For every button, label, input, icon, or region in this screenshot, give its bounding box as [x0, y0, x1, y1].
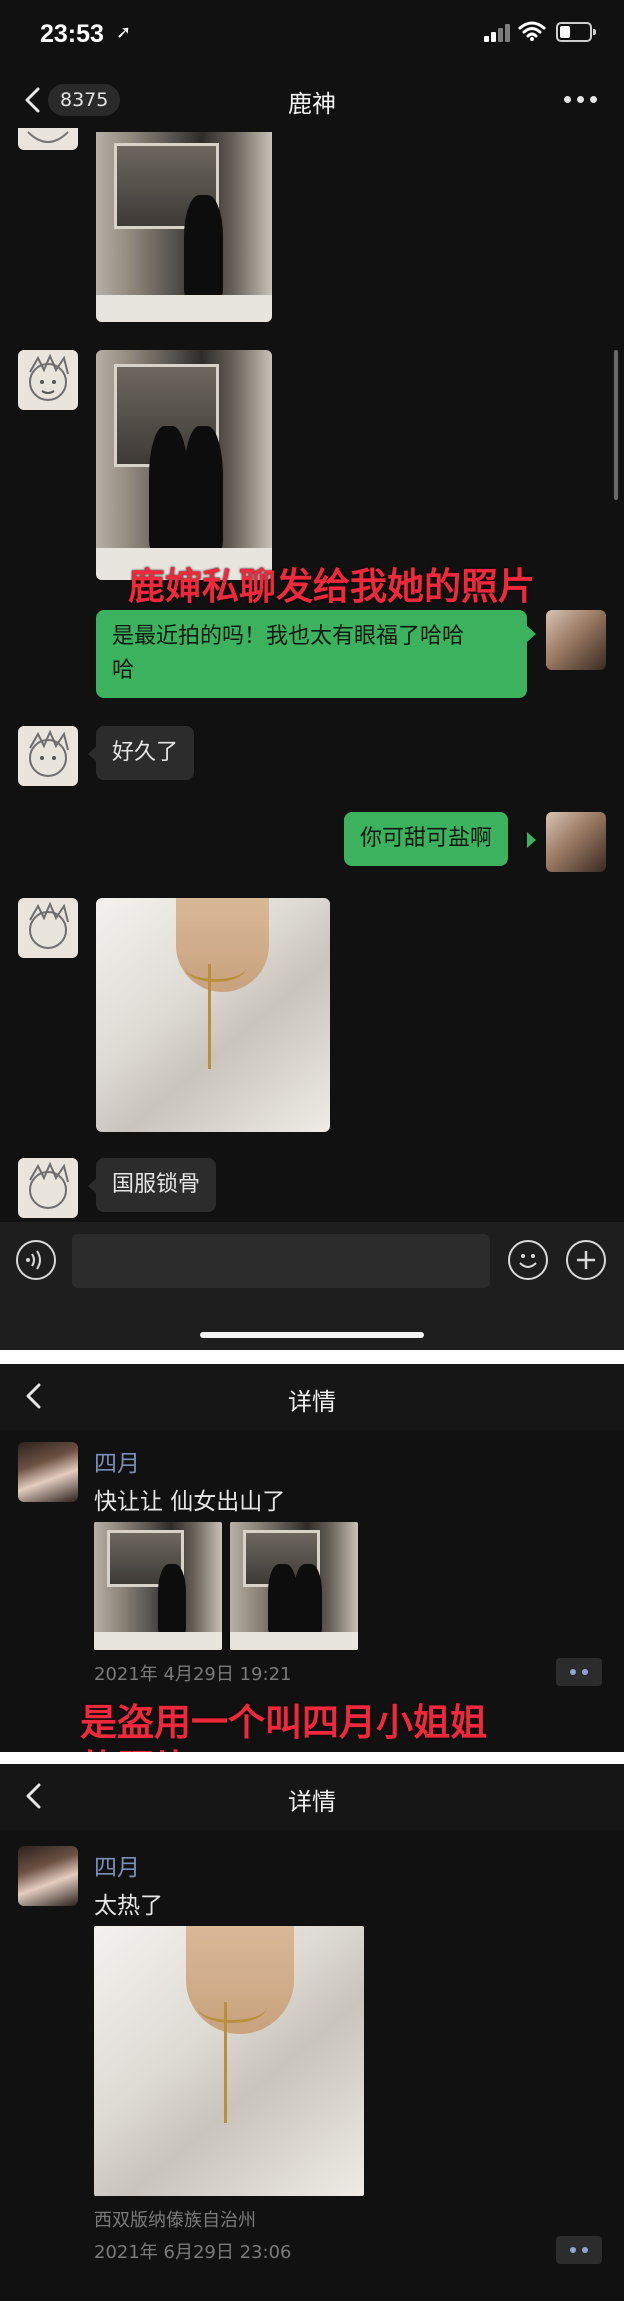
moment-photo[interactable] [230, 1522, 358, 1650]
battery-icon [556, 22, 596, 42]
detail-title: 详情 [288, 1788, 336, 1816]
moment-text: 快让让 仙女出山了 [94, 1489, 286, 1515]
contact-avatar[interactable] [18, 726, 78, 786]
scrollbar[interactable] [614, 350, 618, 500]
voice-input-icon[interactable] [16, 1240, 56, 1280]
detail-navbar: 详情 [0, 1364, 624, 1430]
author-avatar[interactable] [18, 1846, 78, 1906]
moment-detail-screen: 详情 四月 快让让 仙女出山了 2021年 4月29日 19:21 是盗用一个叫… [0, 1364, 624, 1752]
more-options-icon[interactable] [564, 96, 598, 104]
chat-navbar: 8375 鹿神 [0, 66, 624, 134]
message-photo[interactable] [96, 132, 272, 322]
my-avatar[interactable] [546, 610, 606, 670]
moment-photo[interactable] [94, 1926, 364, 2196]
moment-photo[interactable] [94, 1522, 222, 1650]
status-bar: 23:53 ➚ [0, 0, 624, 66]
message-photo[interactable] [96, 350, 272, 580]
message-input[interactable] [72, 1234, 490, 1288]
annotation-caption-2: 是盗用一个叫四月小姐姐 的照片 [80, 1701, 487, 1752]
moment-location[interactable]: 西双版纳傣族自治州 [94, 2206, 256, 2232]
contact-avatar[interactable] [18, 1158, 78, 1218]
chat-input-bar [0, 1222, 624, 1350]
emoji-icon[interactable] [508, 1240, 548, 1280]
message-photo[interactable] [96, 898, 330, 1132]
moment-timestamp: 2021年 4月29日 19:21 [94, 1664, 292, 1685]
detail-navbar: 详情 [0, 1764, 624, 1830]
comment-like-button[interactable] [556, 1658, 602, 1686]
outgoing-message-bubble[interactable]: 是最近拍的吗！我也太有眼福了哈哈 哈 [96, 610, 527, 698]
detail-title: 详情 [288, 1388, 336, 1416]
contact-avatar[interactable] [18, 898, 78, 958]
moment-detail-screen: 详情 四月 太热了 西双版纳傣族自治州 2021年 6月29日 23:06 [0, 1764, 624, 2301]
status-time: 23:53 [40, 20, 104, 48]
incoming-message-bubble[interactable]: 国服锁骨 [96, 1158, 217, 1212]
outgoing-message-bubble[interactable]: 你可甜可盐啊 [344, 812, 509, 866]
chat-title: 鹿神 [288, 90, 336, 118]
cellular-signal-icon [484, 24, 512, 42]
chat-screen: 23:53 ➚ 8375 鹿神 鹿婶私聊发给我她的照片 是最近拍的吗！我也太有眼… [0, 0, 624, 1350]
comment-like-button[interactable] [556, 2236, 602, 2264]
contact-avatar[interactable] [18, 350, 78, 410]
contact-avatar[interactable] [18, 128, 78, 150]
incoming-message-bubble[interactable]: 好久了 [96, 726, 195, 780]
moment-text: 太热了 [94, 1893, 163, 1919]
my-avatar[interactable] [546, 812, 606, 872]
annotation-caption-1: 鹿婶私聊发给我她的照片 [128, 565, 535, 608]
location-arrow-icon: ➚ [116, 22, 132, 43]
author-name[interactable]: 四月 [94, 1444, 140, 1478]
plus-icon[interactable] [566, 1240, 606, 1280]
author-name[interactable]: 四月 [94, 1848, 140, 1882]
moment-timestamp: 2021年 6月29日 23:06 [94, 2242, 292, 2263]
wifi-icon [518, 21, 546, 41]
author-avatar[interactable] [18, 1442, 78, 1502]
home-indicator[interactable] [200, 1332, 424, 1338]
